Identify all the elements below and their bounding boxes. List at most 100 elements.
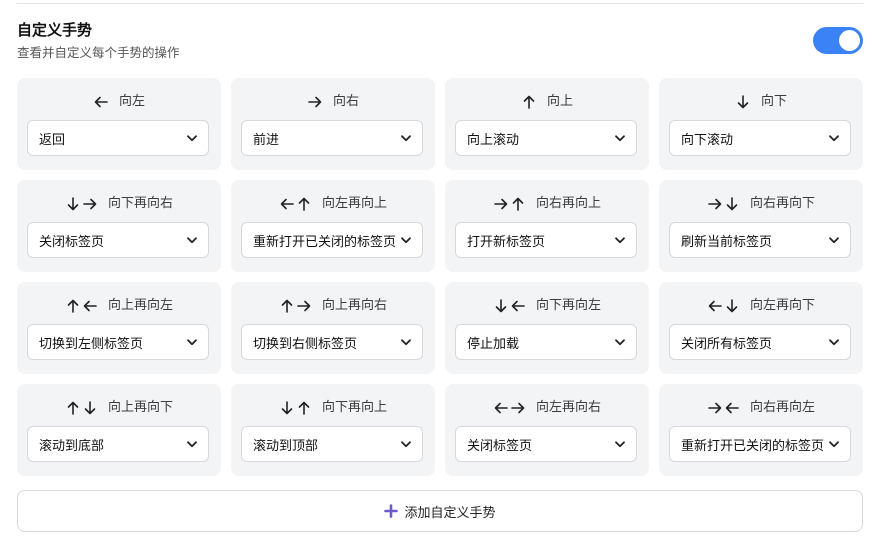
gesture-arrows [65, 298, 98, 314]
arrow-up-icon [296, 400, 312, 416]
gesture-action-select[interactable]: 滚动到顶部 [241, 426, 423, 462]
gestures-toggle[interactable] [813, 27, 863, 54]
arrow-right-icon [707, 196, 723, 212]
top-divider [17, 3, 863, 4]
gesture-label: 向右再向左 [749, 400, 815, 415]
gesture-label: 向右再向上 [535, 196, 601, 211]
arrow-up-icon [521, 94, 537, 110]
gesture-card: 向右 前进 [231, 78, 435, 170]
gesture-action-select[interactable]: 关闭标签页 [455, 426, 637, 462]
gesture-label: 向下 [760, 94, 787, 109]
gesture-header: 向左再向右 [445, 398, 649, 418]
gesture-action-select[interactable]: 停止加载 [455, 324, 637, 360]
gesture-card: 向下再向上滚动到顶部 [231, 384, 435, 476]
arrow-right-icon [493, 196, 509, 212]
chevron-down-icon [186, 132, 198, 144]
gesture-action-select[interactable]: 向下滚动 [669, 120, 851, 156]
arrow-right-icon [707, 400, 723, 416]
gesture-header: 向上再向左 [17, 296, 221, 316]
arrow-down-icon [279, 400, 295, 416]
arrow-left-icon [93, 94, 109, 110]
gesture-action-select[interactable]: 滚动到底部 [27, 426, 209, 462]
gesture-action-select[interactable]: 返回 [27, 120, 209, 156]
gesture-header: 向右再向上 [445, 194, 649, 214]
gesture-card: 向上再向右切换到右侧标签页 [231, 282, 435, 374]
gesture-action-select[interactable]: 关闭所有标签页 [669, 324, 851, 360]
gesture-arrows [493, 196, 526, 212]
gesture-arrows [279, 298, 312, 314]
arrow-left-icon [82, 298, 98, 314]
gesture-label: 向左再向上 [321, 196, 387, 211]
gesture-action-select[interactable]: 向上滚动 [455, 120, 637, 156]
gesture-action-value: 重新打开已关闭的标签页 [681, 438, 825, 454]
gesture-header: 向右再向下 [659, 194, 863, 214]
gesture-action-select[interactable]: 切换到右侧标签页 [241, 324, 423, 360]
gesture-header: 向左再向下 [659, 296, 863, 316]
chevron-down-icon [828, 336, 840, 348]
arrow-right-icon [307, 94, 323, 110]
add-custom-gesture-button[interactable]: 添加自定义手势 [17, 490, 863, 532]
gesture-header: 向右再向左 [659, 398, 863, 418]
gesture-arrows [735, 94, 751, 110]
add-button-label: 添加自定义手势 [404, 505, 496, 521]
gesture-action-value: 关闭标签页 [39, 234, 105, 250]
gesture-action-select[interactable]: 重新打开已关闭的标签页 [241, 222, 423, 258]
gesture-card: 向下再向右 关闭标签页 [17, 180, 221, 272]
gesture-action-value: 关闭所有标签页 [681, 336, 773, 352]
gesture-label: 向左 [118, 94, 145, 109]
gesture-action-value: 停止加载 [467, 336, 520, 352]
gesture-action-select[interactable]: 重新打开已关闭的标签页 [669, 426, 851, 462]
gesture-header: 向右 [231, 92, 435, 112]
gesture-arrows [93, 94, 109, 110]
gesture-card: 向左再向下关闭所有标签页 [659, 282, 863, 374]
gesture-header: 向上再向右 [231, 296, 435, 316]
gesture-label: 向上 [546, 94, 573, 109]
chevron-down-icon [828, 132, 840, 144]
gesture-arrows [493, 400, 526, 416]
gesture-card: 向左返回 [17, 78, 221, 170]
gesture-label: 向右再向下 [749, 196, 815, 211]
chevron-down-icon [828, 234, 840, 246]
chevron-down-icon [400, 132, 412, 144]
gesture-action-value: 关闭标签页 [467, 438, 533, 454]
gesture-header: 向下再向上 [231, 398, 435, 418]
gesture-arrows [65, 400, 98, 416]
gesture-label: 向左再向下 [749, 298, 815, 313]
gesture-card: 向右再向上打开新标签页 [445, 180, 649, 272]
gesture-action-value: 打开新标签页 [467, 234, 546, 250]
gesture-arrows [65, 196, 98, 212]
gesture-label: 向左再向右 [535, 400, 601, 415]
gesture-action-value: 返回 [39, 132, 66, 148]
section-subtitle: 查看并自定义每个手势的操作 [17, 45, 180, 60]
chevron-down-icon [614, 234, 626, 246]
gesture-action-value: 刷新当前标签页 [681, 234, 773, 250]
chevron-down-icon [186, 234, 198, 246]
gesture-action-select[interactable]: 刷新当前标签页 [669, 222, 851, 258]
arrow-left-icon [707, 298, 723, 314]
arrow-up-icon [296, 196, 312, 212]
arrow-right-icon [510, 400, 526, 416]
arrow-up-icon [65, 400, 81, 416]
arrow-up-icon [279, 298, 295, 314]
arrow-left-icon [724, 400, 740, 416]
gesture-card: 向上再向下 滚动到底部 [17, 384, 221, 476]
chevron-down-icon [186, 438, 198, 450]
gesture-action-value: 重新打开已关闭的标签页 [253, 234, 397, 250]
arrow-down-icon [65, 196, 81, 212]
chevron-down-icon [614, 438, 626, 450]
gesture-action-value: 切换到左侧标签页 [39, 336, 144, 352]
gesture-action-select[interactable]: 切换到左侧标签页 [27, 324, 209, 360]
gesture-action-value: 向下滚动 [681, 132, 734, 148]
gesture-action-value: 滚动到底部 [39, 438, 105, 454]
chevron-down-icon [400, 234, 412, 246]
gesture-action-select[interactable]: 打开新标签页 [455, 222, 637, 258]
arrow-left-icon [493, 400, 509, 416]
gesture-action-select[interactable]: 关闭标签页 [27, 222, 209, 258]
chevron-down-icon [186, 336, 198, 348]
gesture-card: 向下向下滚动 [659, 78, 863, 170]
gesture-action-select[interactable]: 前进 [241, 120, 423, 156]
chevron-down-icon [400, 336, 412, 348]
gesture-arrows [279, 400, 312, 416]
gesture-card: 向上向上滚动 [445, 78, 649, 170]
arrow-down-icon [493, 298, 509, 314]
